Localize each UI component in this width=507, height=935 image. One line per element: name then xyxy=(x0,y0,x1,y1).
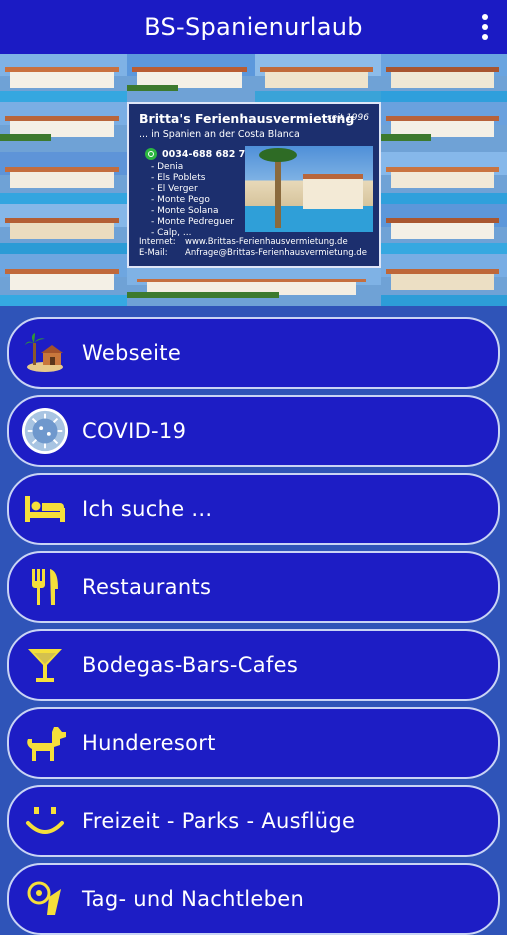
ad-title: Britta's Ferienhausvermietung xyxy=(139,111,355,126)
menu-item-bodegas[interactable]: Bodegas-Bars-Cafes xyxy=(7,629,500,701)
app-title: BS-Spanienurlaub xyxy=(144,13,363,41)
rental-ad-card: Britta's Ferienhausvermietung seit 1996 … xyxy=(127,102,381,268)
ad-since: seit 1996 xyxy=(326,113,369,123)
ad-phone-row: 0034-688 682 794 xyxy=(145,148,259,160)
ad-location: - Denia xyxy=(151,162,184,172)
ad-subtitle: ... in Spanien an der Costa Blanca xyxy=(139,129,300,140)
villa-photo-tile xyxy=(0,254,127,306)
ad-location: - Els Poblets xyxy=(151,173,206,183)
villa-photo-tile xyxy=(255,54,381,102)
ad-location: - Monte Pedreguer xyxy=(151,217,235,227)
villa-photo-tile xyxy=(381,54,507,102)
ad-email-value: Anfrage@Brittas-Ferienhausvermietung.de xyxy=(185,247,367,258)
villa-photo-tile xyxy=(381,152,507,204)
menu-item-freizeit[interactable]: Freizeit - Parks - Ausflüge xyxy=(7,785,500,857)
smiley-icon xyxy=(21,797,69,845)
menu-label: Webseite xyxy=(82,341,182,365)
villa-photo-tile xyxy=(381,254,507,306)
ad-email-label: E-Mail: xyxy=(139,247,168,258)
menu-item-nachtleben[interactable]: Tag- und Nachtleben xyxy=(7,863,500,935)
villa-photo-tile xyxy=(381,102,507,152)
ad-location: - Monte Solana xyxy=(151,206,219,216)
ad-internet-label: Internet: xyxy=(139,237,176,247)
ad-internet-value: www.Brittas-Ferienhausvermietung.de xyxy=(185,237,348,247)
dog-icon xyxy=(21,719,69,767)
menu-label: Restaurants xyxy=(82,575,212,599)
villa-photo-tile xyxy=(381,204,507,254)
virus-icon xyxy=(21,407,69,455)
beach-house-icon xyxy=(21,329,69,377)
menu-item-hunderesort[interactable]: Hunderesort xyxy=(7,707,500,779)
ad-location: - El Verger xyxy=(151,184,198,194)
ad-villa-photo xyxy=(245,146,373,232)
ad-contact: Internet: www.Brittas-Ferienhausvermietun… xyxy=(139,237,367,258)
banner-carousel[interactable]: Britta's Ferienhausvermietung seit 1996 … xyxy=(0,54,507,306)
villa-photo-tile xyxy=(0,54,127,102)
villa-photo-tile xyxy=(127,268,381,306)
bed-icon xyxy=(21,485,69,533)
menu-item-restaurants[interactable]: Restaurants xyxy=(7,551,500,623)
villa-photo-tile xyxy=(127,54,255,102)
menu-label: Hunderesort xyxy=(82,731,216,755)
ad-location-list: - Denia - Els Poblets - El Verger - Mont… xyxy=(151,162,234,239)
whatsapp-icon xyxy=(145,148,157,160)
villa-photo-tile xyxy=(0,102,127,152)
menu-label: Ich suche ... xyxy=(82,497,213,521)
more-vert-icon[interactable] xyxy=(475,12,495,42)
menu-label: COVID-19 xyxy=(82,419,187,443)
menu-item-ich-suche[interactable]: Ich suche ... xyxy=(7,473,500,545)
menu-item-covid[interactable]: COVID-19 xyxy=(7,395,500,467)
ad-location: - Monte Pego xyxy=(151,195,210,205)
menu-label: Freizeit - Parks - Ausflüge xyxy=(82,809,356,833)
villa-photo-tile xyxy=(0,152,127,204)
villa-photo-tile xyxy=(0,204,127,254)
menu-label: Bodegas-Bars-Cafes xyxy=(82,653,299,677)
menu-item-webseite[interactable]: Webseite xyxy=(7,317,500,389)
cocktail-glass-icon xyxy=(21,641,69,689)
fork-knife-icon xyxy=(21,563,69,611)
app-bar: BS-Spanienurlaub xyxy=(0,0,507,54)
nightlife-icon xyxy=(21,875,69,923)
menu-label: Tag- und Nachtleben xyxy=(82,887,305,911)
